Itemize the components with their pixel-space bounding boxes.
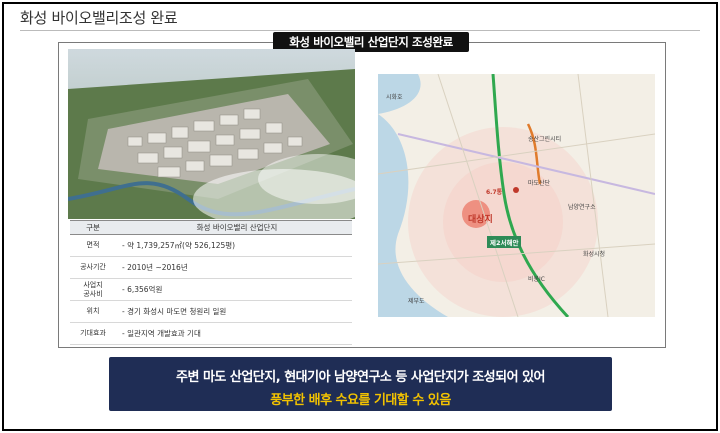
table-row-value: - 경기 화성시 마도면 청원리 일원 [116, 300, 352, 323]
callout-line-2: 풍부한 배후 수요를 기대할 수 있음 [270, 393, 451, 408]
map-place-label: 마도산단 [528, 180, 551, 187]
table-row: 공사기간 - 2010년 ~2016년 [70, 256, 352, 279]
table-row-key: 위치 [70, 300, 116, 323]
table-row-value: - 약 1,739,257㎡(약 526,125평) [116, 234, 352, 257]
map-place-label: 제부도 [408, 298, 425, 305]
map-place-label: 비봉IC [528, 276, 545, 283]
summary-callout: 주변 마도 산업단지, 현대기아 남양연구소 등 사업단지가 조성되어 있어 풍… [109, 357, 612, 411]
table-row: 면적 - 약 1,739,257㎡(약 526,125평) [70, 234, 352, 257]
map-target-label: 대상지 [468, 215, 493, 225]
map-poi-label: 6.7통 [486, 189, 503, 196]
page-heading: 화성 바이오밸리조성 완료 [20, 9, 178, 27]
table-row: 기대효과 - 일관지역 개발효과 기대 [70, 322, 352, 345]
table-row-key: 사업지 공사비 [70, 278, 116, 301]
map-place-label: 시화호 [386, 94, 403, 101]
callout-line-1: 주변 마도 산업단지, 현대기아 남양연구소 등 사업단지가 조성되어 있어 [176, 370, 546, 385]
map-highway-tag: 제2서해안 [487, 236, 522, 248]
heading-divider [20, 30, 700, 31]
map-place-label: 화성시청 [583, 251, 606, 258]
table-row-key: 공사기간 [70, 256, 116, 279]
table-header-key: 구분 [70, 220, 116, 235]
map-place-label: 송산그린시티 [528, 136, 562, 143]
table-row-key: 면적 [70, 234, 116, 257]
map-place-label: 남양연구소 [568, 204, 596, 211]
table-header-value: 화성 바이오밸리 산업단지 [116, 220, 352, 235]
table-row: 사업지 공사비 - 6,356억원 [70, 278, 352, 301]
table-row-key: 기대효과 [70, 322, 116, 345]
location-map: 시화호 송산그린시티 마도산단 남양연구소 화성시청 비봉IC 제부도 [378, 74, 655, 317]
aerial-rendering-image [68, 49, 355, 219]
table-row-value: - 일관지역 개발효과 기대 [116, 322, 352, 345]
table-row-value: - 6,356억원 [116, 278, 352, 301]
table-row-value: - 2010년 ~2016년 [116, 256, 352, 279]
table-row: 위치 - 경기 화성시 마도면 청원리 일원 [70, 300, 352, 323]
project-info-table: 구분 화성 바이오밸리 산업단지 면적 - 약 1,739,257㎡(약 526… [70, 220, 352, 345]
table-header-row: 구분 화성 바이오밸리 산업단지 [70, 220, 352, 235]
